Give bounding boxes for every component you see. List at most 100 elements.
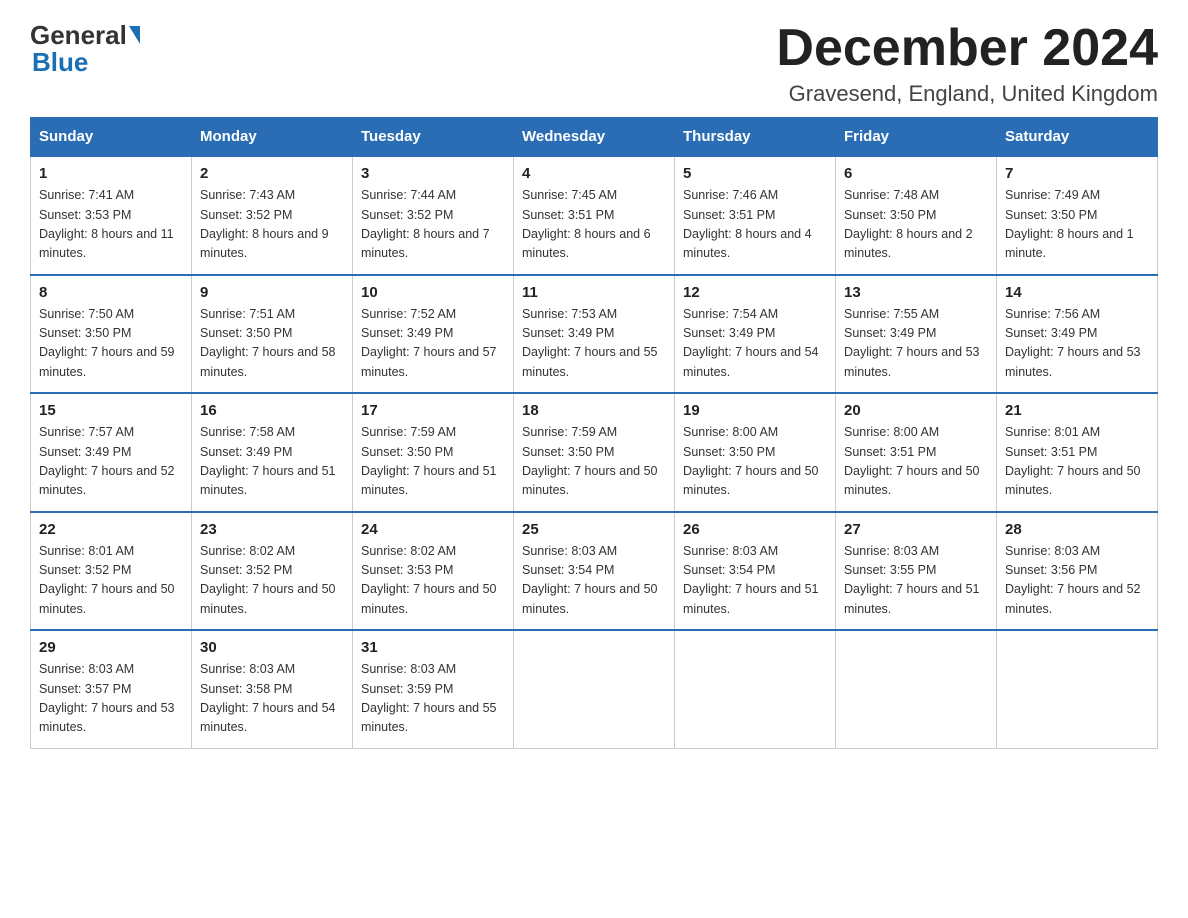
- day-info: Sunrise: 7:44 AM Sunset: 3:52 PM Dayligh…: [361, 186, 505, 264]
- header-sunday: Sunday: [31, 118, 192, 157]
- day-number: 12: [683, 284, 827, 301]
- day-number: 30: [200, 639, 344, 656]
- page-header: General Blue December 2024 Gravesend, En…: [30, 20, 1158, 107]
- day-number: 29: [39, 639, 183, 656]
- calendar-cell: 17 Sunrise: 7:59 AM Sunset: 3:50 PM Dayl…: [353, 393, 514, 512]
- day-info: Sunrise: 8:02 AM Sunset: 3:53 PM Dayligh…: [361, 542, 505, 620]
- calendar-cell: 12 Sunrise: 7:54 AM Sunset: 3:49 PM Dayl…: [675, 275, 836, 394]
- calendar-cell: 14 Sunrise: 7:56 AM Sunset: 3:49 PM Dayl…: [997, 275, 1158, 394]
- day-number: 17: [361, 402, 505, 419]
- day-info: Sunrise: 8:01 AM Sunset: 3:51 PM Dayligh…: [1005, 423, 1149, 501]
- day-number: 23: [200, 521, 344, 538]
- calendar-cell: 19 Sunrise: 8:00 AM Sunset: 3:50 PM Dayl…: [675, 393, 836, 512]
- calendar-table: Sunday Monday Tuesday Wednesday Thursday…: [30, 117, 1158, 749]
- day-number: 19: [683, 402, 827, 419]
- day-number: 3: [361, 165, 505, 182]
- day-info: Sunrise: 7:58 AM Sunset: 3:49 PM Dayligh…: [200, 423, 344, 501]
- day-number: 15: [39, 402, 183, 419]
- day-number: 11: [522, 284, 666, 301]
- title-area: December 2024 Gravesend, England, United…: [776, 20, 1158, 107]
- calendar-cell: 11 Sunrise: 7:53 AM Sunset: 3:49 PM Dayl…: [514, 275, 675, 394]
- day-number: 2: [200, 165, 344, 182]
- header-monday: Monday: [192, 118, 353, 157]
- logo-blue-text: Blue: [32, 47, 88, 77]
- calendar-cell: 10 Sunrise: 7:52 AM Sunset: 3:49 PM Dayl…: [353, 275, 514, 394]
- calendar-cell: 31 Sunrise: 8:03 AM Sunset: 3:59 PM Dayl…: [353, 630, 514, 748]
- day-info: Sunrise: 8:03 AM Sunset: 3:54 PM Dayligh…: [522, 542, 666, 620]
- header-friday: Friday: [836, 118, 997, 157]
- calendar-cell: 27 Sunrise: 8:03 AM Sunset: 3:55 PM Dayl…: [836, 512, 997, 631]
- calendar-cell: 29 Sunrise: 8:03 AM Sunset: 3:57 PM Dayl…: [31, 630, 192, 748]
- day-number: 14: [1005, 284, 1149, 301]
- calendar-cell: 21 Sunrise: 8:01 AM Sunset: 3:51 PM Dayl…: [997, 393, 1158, 512]
- day-info: Sunrise: 7:59 AM Sunset: 3:50 PM Dayligh…: [522, 423, 666, 501]
- day-number: 21: [1005, 402, 1149, 419]
- day-info: Sunrise: 7:53 AM Sunset: 3:49 PM Dayligh…: [522, 305, 666, 383]
- day-number: 24: [361, 521, 505, 538]
- calendar-title: December 2024: [776, 20, 1158, 77]
- day-info: Sunrise: 7:56 AM Sunset: 3:49 PM Dayligh…: [1005, 305, 1149, 383]
- day-info: Sunrise: 7:51 AM Sunset: 3:50 PM Dayligh…: [200, 305, 344, 383]
- day-info: Sunrise: 7:43 AM Sunset: 3:52 PM Dayligh…: [200, 186, 344, 264]
- calendar-cell: 15 Sunrise: 7:57 AM Sunset: 3:49 PM Dayl…: [31, 393, 192, 512]
- calendar-cell: 16 Sunrise: 7:58 AM Sunset: 3:49 PM Dayl…: [192, 393, 353, 512]
- logo-arrow-icon: [129, 26, 140, 44]
- calendar-cell: 5 Sunrise: 7:46 AM Sunset: 3:51 PM Dayli…: [675, 156, 836, 275]
- day-number: 28: [1005, 521, 1149, 538]
- day-number: 1: [39, 165, 183, 182]
- calendar-cell: 18 Sunrise: 7:59 AM Sunset: 3:50 PM Dayl…: [514, 393, 675, 512]
- calendar-cell: [514, 630, 675, 748]
- day-number: 27: [844, 521, 988, 538]
- calendar-cell: 2 Sunrise: 7:43 AM Sunset: 3:52 PM Dayli…: [192, 156, 353, 275]
- day-number: 20: [844, 402, 988, 419]
- calendar-cell: [836, 630, 997, 748]
- day-info: Sunrise: 8:03 AM Sunset: 3:59 PM Dayligh…: [361, 660, 505, 738]
- day-info: Sunrise: 8:03 AM Sunset: 3:58 PM Dayligh…: [200, 660, 344, 738]
- calendar-cell: [675, 630, 836, 748]
- calendar-cell: 23 Sunrise: 8:02 AM Sunset: 3:52 PM Dayl…: [192, 512, 353, 631]
- day-number: 25: [522, 521, 666, 538]
- header-wednesday: Wednesday: [514, 118, 675, 157]
- weekday-header-row: Sunday Monday Tuesday Wednesday Thursday…: [31, 118, 1158, 157]
- day-info: Sunrise: 7:52 AM Sunset: 3:49 PM Dayligh…: [361, 305, 505, 383]
- day-number: 18: [522, 402, 666, 419]
- day-info: Sunrise: 8:03 AM Sunset: 3:57 PM Dayligh…: [39, 660, 183, 738]
- calendar-cell: 6 Sunrise: 7:48 AM Sunset: 3:50 PM Dayli…: [836, 156, 997, 275]
- day-info: Sunrise: 7:46 AM Sunset: 3:51 PM Dayligh…: [683, 186, 827, 264]
- day-info: Sunrise: 8:03 AM Sunset: 3:55 PM Dayligh…: [844, 542, 988, 620]
- calendar-week-row: 15 Sunrise: 7:57 AM Sunset: 3:49 PM Dayl…: [31, 393, 1158, 512]
- day-info: Sunrise: 8:02 AM Sunset: 3:52 PM Dayligh…: [200, 542, 344, 620]
- day-info: Sunrise: 8:00 AM Sunset: 3:50 PM Dayligh…: [683, 423, 827, 501]
- calendar-cell: 25 Sunrise: 8:03 AM Sunset: 3:54 PM Dayl…: [514, 512, 675, 631]
- calendar-cell: 26 Sunrise: 8:03 AM Sunset: 3:54 PM Dayl…: [675, 512, 836, 631]
- calendar-cell: 3 Sunrise: 7:44 AM Sunset: 3:52 PM Dayli…: [353, 156, 514, 275]
- calendar-week-row: 8 Sunrise: 7:50 AM Sunset: 3:50 PM Dayli…: [31, 275, 1158, 394]
- day-number: 7: [1005, 165, 1149, 182]
- calendar-week-row: 1 Sunrise: 7:41 AM Sunset: 3:53 PM Dayli…: [31, 156, 1158, 275]
- calendar-cell: 22 Sunrise: 8:01 AM Sunset: 3:52 PM Dayl…: [31, 512, 192, 631]
- day-number: 5: [683, 165, 827, 182]
- day-info: Sunrise: 7:41 AM Sunset: 3:53 PM Dayligh…: [39, 186, 183, 264]
- calendar-cell: 7 Sunrise: 7:49 AM Sunset: 3:50 PM Dayli…: [997, 156, 1158, 275]
- day-number: 26: [683, 521, 827, 538]
- calendar-cell: 13 Sunrise: 7:55 AM Sunset: 3:49 PM Dayl…: [836, 275, 997, 394]
- day-info: Sunrise: 8:03 AM Sunset: 3:56 PM Dayligh…: [1005, 542, 1149, 620]
- day-info: Sunrise: 8:03 AM Sunset: 3:54 PM Dayligh…: [683, 542, 827, 620]
- calendar-cell: 30 Sunrise: 8:03 AM Sunset: 3:58 PM Dayl…: [192, 630, 353, 748]
- header-saturday: Saturday: [997, 118, 1158, 157]
- calendar-week-row: 29 Sunrise: 8:03 AM Sunset: 3:57 PM Dayl…: [31, 630, 1158, 748]
- day-info: Sunrise: 7:50 AM Sunset: 3:50 PM Dayligh…: [39, 305, 183, 383]
- day-number: 31: [361, 639, 505, 656]
- day-info: Sunrise: 7:45 AM Sunset: 3:51 PM Dayligh…: [522, 186, 666, 264]
- calendar-cell: 8 Sunrise: 7:50 AM Sunset: 3:50 PM Dayli…: [31, 275, 192, 394]
- calendar-cell: 24 Sunrise: 8:02 AM Sunset: 3:53 PM Dayl…: [353, 512, 514, 631]
- day-info: Sunrise: 7:54 AM Sunset: 3:49 PM Dayligh…: [683, 305, 827, 383]
- day-info: Sunrise: 7:48 AM Sunset: 3:50 PM Dayligh…: [844, 186, 988, 264]
- calendar-cell: 20 Sunrise: 8:00 AM Sunset: 3:51 PM Dayl…: [836, 393, 997, 512]
- day-number: 8: [39, 284, 183, 301]
- day-info: Sunrise: 7:49 AM Sunset: 3:50 PM Dayligh…: [1005, 186, 1149, 264]
- day-number: 13: [844, 284, 988, 301]
- calendar-cell: 1 Sunrise: 7:41 AM Sunset: 3:53 PM Dayli…: [31, 156, 192, 275]
- day-info: Sunrise: 7:59 AM Sunset: 3:50 PM Dayligh…: [361, 423, 505, 501]
- day-number: 6: [844, 165, 988, 182]
